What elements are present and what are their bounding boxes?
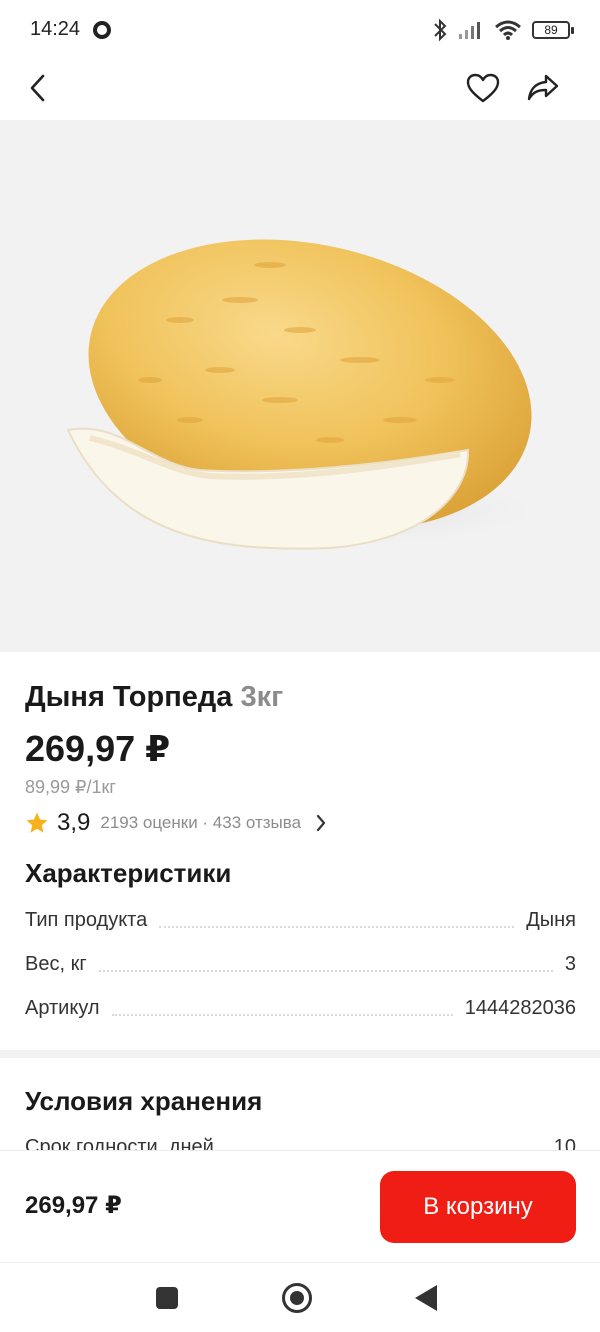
add-to-cart-button[interactable]: В корзину [380, 1171, 576, 1243]
product-image[interactable] [0, 120, 600, 652]
characteristics-section: Характеристики Тип продукта Дыня Вес, кг… [25, 856, 576, 1022]
back-icon[interactable] [415, 1285, 437, 1311]
product-weight: 3кг [240, 681, 284, 713]
melon-photo [66, 239, 560, 550]
rating-row[interactable]: 3,9 2193 оценки · 433 отзыва [25, 809, 577, 837]
system-nav-bar [0, 1262, 600, 1332]
share-button[interactable] [521, 66, 565, 110]
share-icon [527, 74, 559, 101]
characteristic-label: Вес, кг [25, 953, 87, 975]
app-header [0, 60, 600, 118]
heart-icon [466, 73, 500, 103]
favorite-button[interactable] [461, 66, 505, 110]
characteristic-label: Тип продукта [25, 909, 148, 931]
product-info: Дыня Торпеда 3кг 269,97 ₽ 89,99 ₽/1кг 3,… [25, 676, 577, 837]
star-icon [26, 812, 48, 833]
characteristic-row: Артикул 1444282036 [25, 978, 576, 1022]
status-time: 14:24 [30, 18, 81, 40]
status-bar: 14:24 89 [0, 0, 600, 60]
section-divider [0, 1050, 600, 1058]
status-icons: 89 [432, 16, 574, 44]
bluetooth-icon [434, 18, 447, 42]
characteristic-value: Дыня [526, 909, 576, 931]
characteristic-row: Тип продукта Дыня [25, 890, 576, 934]
wifi-icon [495, 20, 521, 40]
product-name: Дыня Торпеда [25, 681, 233, 713]
buy-bar: 269,97 ₽ В корзину [0, 1150, 600, 1260]
buy-bar-price: 269,97 ₽ [25, 1192, 122, 1219]
product-title: Дыня Торпеда 3кг [25, 676, 577, 718]
notification-icon [93, 21, 111, 39]
dotted-leader [111, 1014, 453, 1016]
chevron-right-icon [315, 814, 327, 832]
characteristic-value: 1444282036 [464, 997, 576, 1019]
chevron-left-icon [30, 74, 45, 102]
battery-icon: 89 [532, 21, 574, 39]
rating-value: 3,9 [57, 809, 91, 836]
home-icon[interactable] [282, 1283, 312, 1313]
characteristic-value: 3 [564, 953, 576, 975]
dotted-leader [98, 970, 553, 972]
back-button[interactable] [16, 66, 60, 110]
characteristics-title: Характеристики [25, 858, 232, 888]
rating-meta: 2193 оценки · 433 отзыва [100, 813, 302, 832]
recents-icon[interactable] [156, 1287, 178, 1309]
characteristic-label: Артикул [25, 997, 100, 1019]
characteristic-row: Вес, кг 3 [25, 934, 576, 978]
unit-price: 89,99 ₽/1кг [25, 777, 116, 797]
dotted-leader [159, 926, 515, 928]
signal-icon [459, 22, 480, 39]
product-price: 269,97 ₽ [25, 728, 171, 769]
storage-section: Условия хранения Срок годности, дней 10 [25, 1084, 576, 1156]
storage-title: Условия хранения [25, 1086, 263, 1116]
